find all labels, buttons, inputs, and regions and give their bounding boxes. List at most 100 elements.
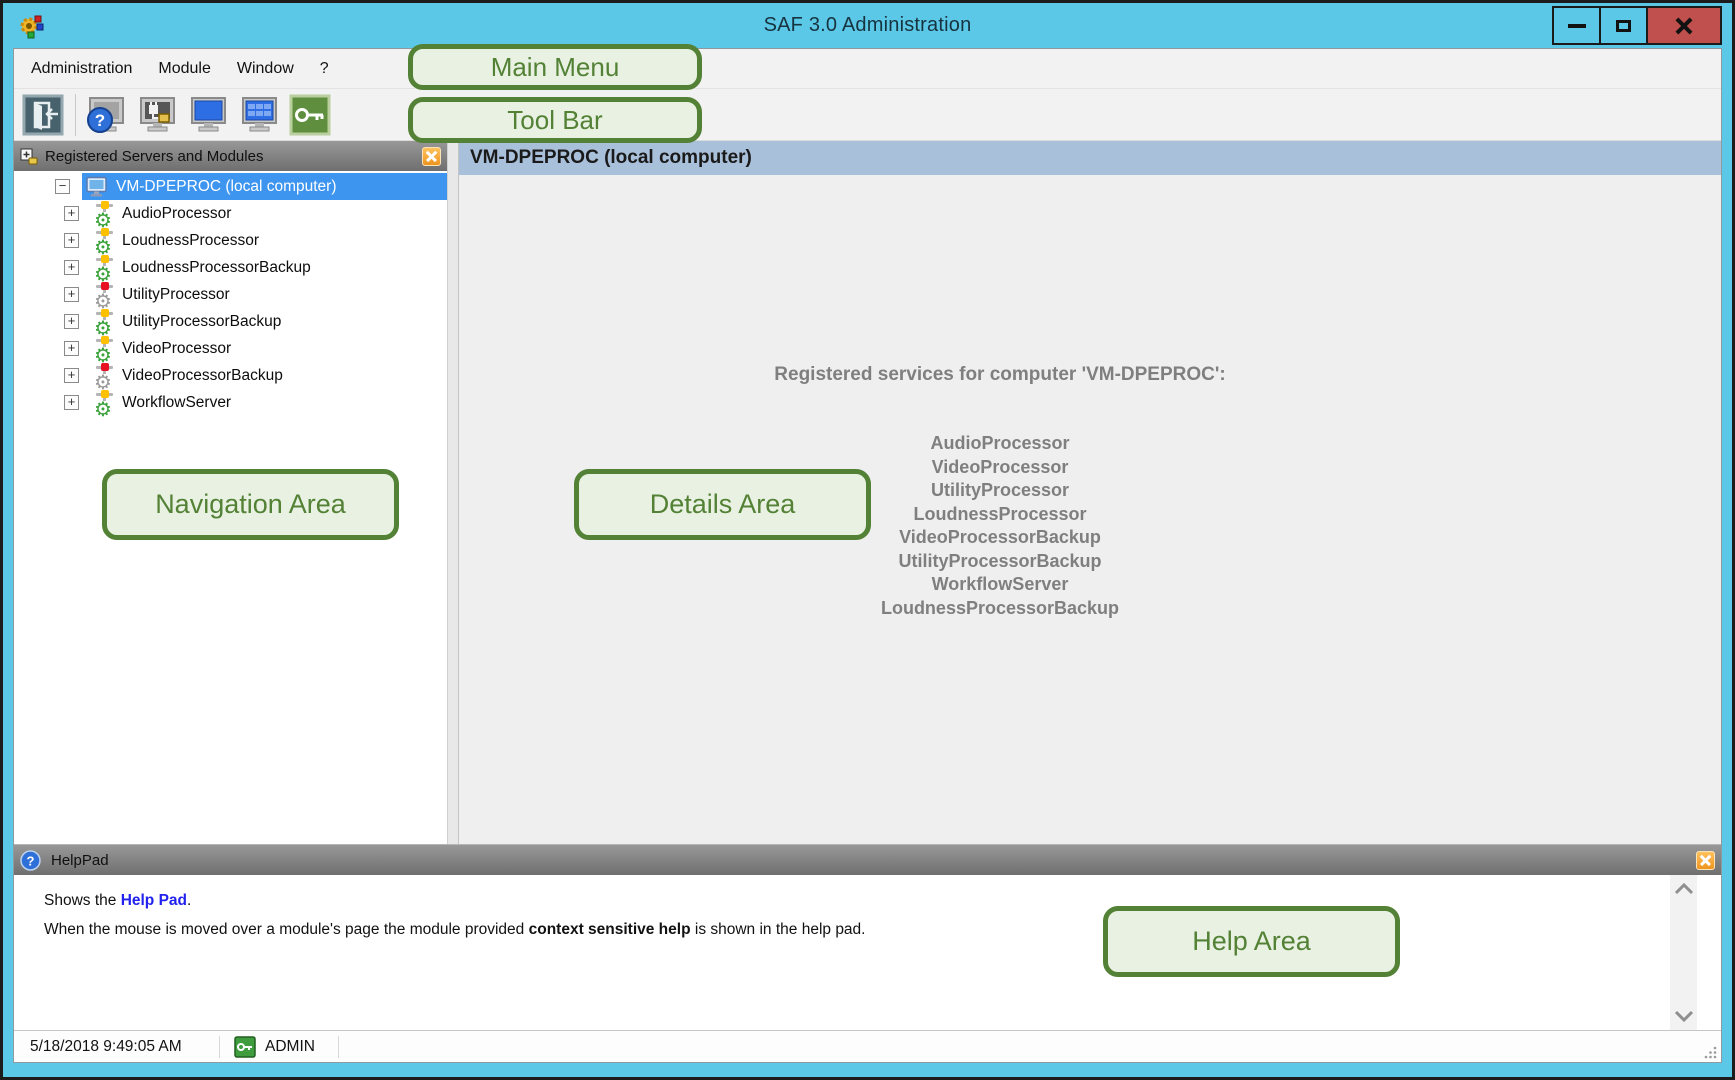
module-screen-button[interactable]: [187, 94, 229, 136]
expand-icon[interactable]: +: [64, 233, 79, 248]
tree-node-module[interactable]: + ⚙ VideoProcessor: [14, 335, 447, 362]
tree-node-label: VM-DPEPROC (local computer): [116, 178, 337, 196]
nav-panel-header: Registered Servers and Modules: [14, 141, 447, 171]
help-text-bold: context sensitive help: [529, 921, 691, 938]
expand-icon[interactable]: +: [64, 206, 79, 221]
maximize-icon: [1616, 20, 1631, 32]
status-dot: [101, 309, 109, 317]
menu-module[interactable]: Module: [158, 60, 210, 78]
helppad-header: ? HelpPad: [14, 845, 1721, 875]
tree-node-label: WorkflowServer: [122, 394, 231, 412]
login-key-icon: [289, 94, 331, 136]
tree-node-module[interactable]: + ⚙VideoProcessorBackup: [14, 362, 447, 389]
exit-icon: [22, 94, 64, 136]
service-name: UtilityProcessorBackup: [459, 550, 1541, 574]
module-overview-button[interactable]: [238, 94, 280, 136]
menu-administration[interactable]: Administration: [31, 60, 132, 78]
tree-node-module[interactable]: + ⚙WorkflowServer: [14, 389, 447, 416]
close-button[interactable]: [1646, 6, 1722, 45]
menu-help[interactable]: ?: [320, 60, 329, 78]
service-stopped-gear-icon: ⚙: [93, 282, 117, 308]
nav-panel-close-button[interactable]: [422, 147, 441, 166]
tree-node-label: LoudnessProcessor: [122, 232, 259, 250]
minimize-button[interactable]: [1552, 6, 1601, 45]
svg-text:?: ?: [27, 853, 35, 868]
menu-bar: Administration Module Window ?: [14, 49, 1721, 89]
expand-icon[interactable]: +: [64, 395, 79, 410]
helppad-close-button[interactable]: [1696, 851, 1715, 870]
maximize-button[interactable]: [1599, 6, 1648, 45]
helppad-title: HelpPad: [51, 852, 1696, 869]
tree-node-module[interactable]: + ⚙ UtilityProcessor: [14, 281, 447, 308]
resize-grip[interactable]: [1703, 1044, 1718, 1059]
expand-icon[interactable]: +: [64, 260, 79, 275]
service-running-gear-icon: ⚙: [93, 228, 117, 254]
tree-node-module[interactable]: + ⚙UtilityProcessorBackup: [14, 308, 447, 335]
status-user-cell: ADMIN: [220, 1031, 338, 1062]
service-running-gear-icon: ⚙: [93, 336, 117, 362]
tree-node-label: AudioProcessor: [122, 205, 231, 223]
splitter-handle[interactable]: [447, 141, 459, 844]
help-text: .: [187, 892, 191, 909]
status-bar: 5/18/2018 9:49:05 AM ADMIN: [14, 1030, 1721, 1062]
tree-node-label: UtilityProcessor: [122, 286, 230, 304]
expand-icon[interactable]: +: [64, 368, 79, 383]
collapse-icon[interactable]: −: [55, 179, 70, 194]
toolbar-separator: [75, 94, 76, 136]
login-key-button[interactable]: [289, 94, 331, 136]
svg-text:?: ?: [95, 111, 105, 130]
tree-node-module[interactable]: + ⚙ AudioProcessor: [14, 200, 447, 227]
title-bar[interactable]: SAF 3.0 Administration: [3, 3, 1732, 48]
tree-node-label: VideoProcessor: [122, 340, 231, 358]
help-text: is shown in the help pad.: [691, 921, 866, 938]
close-icon: [1675, 17, 1693, 35]
status-dot: [101, 201, 109, 209]
menu-window[interactable]: Window: [237, 60, 294, 78]
exit-button[interactable]: [22, 94, 64, 136]
expand-icon[interactable]: +: [64, 314, 79, 329]
service-stopped-gear-icon: ⚙: [93, 363, 117, 389]
helppad-content: Shows the Help Pad. When the mouse is mo…: [14, 875, 1721, 1030]
scroll-down-icon[interactable]: [1674, 1010, 1694, 1022]
service-running-gear-icon: ⚙: [93, 201, 117, 227]
nav-panel-title: Registered Servers and Modules: [45, 148, 422, 165]
tree-node-module[interactable]: + ⚙ LoudnessProcessor: [14, 227, 447, 254]
tree-node-label: UtilityProcessorBackup: [122, 313, 281, 331]
tree-node-server[interactable]: − VM-DPEPROC (local computer): [14, 173, 447, 200]
tree-node-module-body[interactable]: ⚙LoudnessProcessorBackup: [91, 254, 447, 281]
expand-icon[interactable]: +: [64, 287, 79, 302]
tree-node-module-body[interactable]: ⚙VideoProcessorBackup: [91, 362, 447, 389]
tree-node-module-body[interactable]: ⚙UtilityProcessorBackup: [91, 308, 447, 335]
helppad-panel: ? HelpPad Shows the Help Pad. When the m…: [14, 844, 1721, 1030]
helppad-question-icon: ?: [20, 850, 41, 871]
window-title: SAF 3.0 Administration: [3, 14, 1732, 37]
tree-node-server-body[interactable]: VM-DPEPROC (local computer): [82, 173, 447, 200]
status-dot: [101, 336, 109, 344]
application-window: SAF 3.0 Administration Administration Mo…: [3, 3, 1732, 1077]
help-line-1: Shows the Help Pad.: [44, 892, 1651, 910]
status-dot: [101, 363, 109, 371]
tool-bar: ?: [14, 89, 1721, 141]
tree-node-module-body[interactable]: ⚙ VideoProcessor: [91, 335, 447, 362]
tree-node-module[interactable]: + ⚙LoudnessProcessorBackup: [14, 254, 447, 281]
help-line-2: When the mouse is moved over a module's …: [44, 921, 1651, 939]
app-gear-flower-icon: [19, 13, 45, 39]
tree-node-module-body[interactable]: ⚙ LoudnessProcessor: [91, 227, 447, 254]
expand-icon[interactable]: +: [64, 341, 79, 356]
tree-node-module-body[interactable]: ⚙ AudioProcessor: [91, 200, 447, 227]
module-connect-button[interactable]: [136, 94, 178, 136]
service-name: LoudnessProcessorBackup: [459, 597, 1541, 621]
service-running-gear-icon: ⚙: [93, 255, 117, 281]
tree-node-module-body[interactable]: ⚙ UtilityProcessor: [91, 281, 447, 308]
helppad-scrollbar[interactable]: [1670, 875, 1697, 1030]
module-screen-icon: [187, 94, 229, 136]
minimize-icon: [1568, 24, 1586, 28]
statusbar-separator: [338, 1036, 339, 1058]
annotation-details-area: Details Area: [574, 469, 871, 540]
tree-node-module-body[interactable]: ⚙WorkflowServer: [91, 389, 447, 416]
client-area: Administration Module Window ?: [13, 48, 1722, 1063]
help-pad-link[interactable]: Help Pad: [121, 892, 187, 909]
scroll-up-icon[interactable]: [1674, 883, 1694, 895]
module-help-button[interactable]: ?: [85, 94, 127, 136]
status-dot: [101, 390, 109, 398]
